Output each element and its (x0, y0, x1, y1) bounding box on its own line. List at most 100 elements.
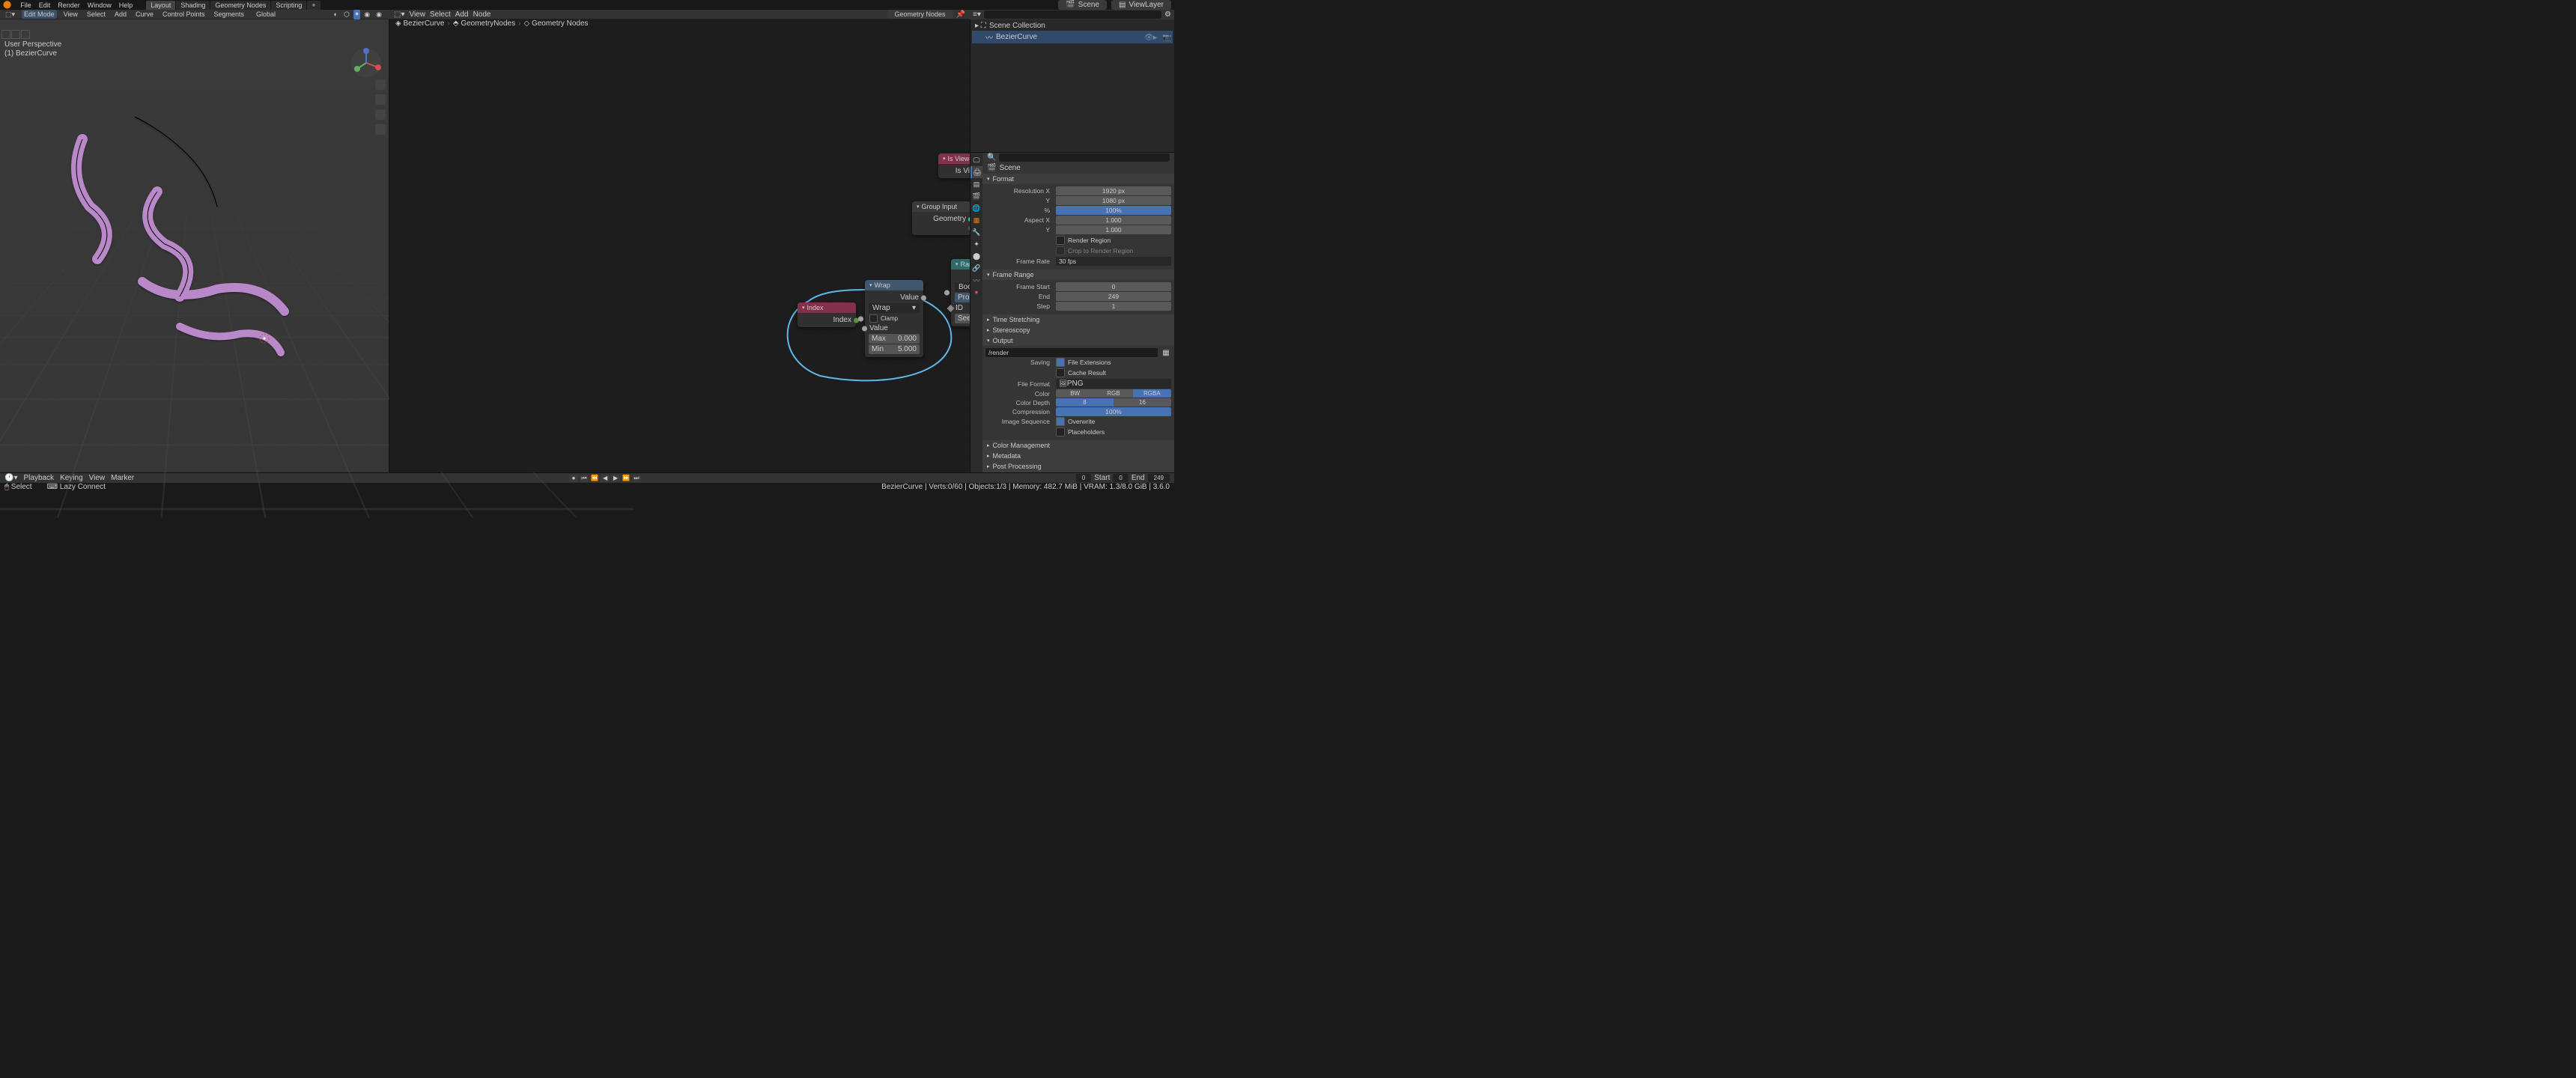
overlay-toggle-icon[interactable]: ◐ (332, 10, 340, 19)
panel-color-management[interactable]: Color Management (982, 440, 1174, 451)
end-frame-field[interactable]: 249 (1148, 474, 1170, 482)
tab-object-icon[interactable]: ▦ (970, 214, 982, 226)
editor-type-icon[interactable]: ≡▾ (973, 10, 981, 19)
selectable-icon[interactable]: ▸ (1153, 34, 1161, 41)
browse-icon[interactable]: ▦ (1161, 349, 1171, 357)
framerate-dropdown[interactable]: 30 fps (1056, 257, 1171, 266)
node-is-viewport[interactable]: Is Viewport Is Viewport (938, 153, 970, 178)
search-input[interactable] (999, 153, 1170, 162)
shading-material-icon[interactable]: ◉ (362, 10, 372, 19)
play-icon[interactable]: ▶ (611, 475, 620, 482)
type-dropdown[interactable]: Boolean▾ (955, 282, 970, 292)
select-vertex-icon[interactable] (1, 30, 10, 39)
panel-metadata[interactable]: Metadata (982, 451, 1174, 461)
nodetree-selector[interactable]: Geometry Nodes (887, 10, 953, 19)
tab-physics-icon[interactable]: ⬤ (970, 250, 982, 262)
menu-window[interactable]: Window (85, 1, 115, 10)
editor-type-icon[interactable]: ⬚▾ (3, 10, 17, 19)
cache-checkbox[interactable]: Cache Result (985, 368, 1171, 378)
node-header[interactable]: Index (798, 302, 856, 313)
zoom-icon[interactable] (375, 79, 386, 90)
jump-end-icon[interactable]: ⏭ (632, 475, 641, 482)
scene-selector[interactable]: 🎬Scene (1058, 0, 1107, 10)
resolution-y-field[interactable]: 1080 px (1056, 196, 1171, 205)
view3d-menu-control-points[interactable]: Control Points (160, 10, 207, 19)
breadcrumb-nodetree[interactable]: ◇ Geometry Nodes (523, 19, 588, 28)
orientation-selector[interactable]: Global (254, 10, 278, 19)
seed-field[interactable]: Seed0 (955, 314, 970, 323)
tab-output-icon[interactable]: 🖨 (970, 166, 982, 178)
node-index[interactable]: Index Index (798, 302, 856, 327)
view3d-menu-select[interactable]: Select (85, 10, 108, 19)
viewlayer-selector[interactable]: ▤ViewLayer (1111, 0, 1171, 10)
move-view-icon[interactable] (375, 94, 386, 105)
color-mode-toggle[interactable]: BWRGBRGBA (1056, 389, 1171, 398)
frame-start-field[interactable]: 0 (1056, 282, 1171, 291)
breadcrumb-modifier[interactable]: ⬘ GeometryNodes (453, 19, 515, 28)
panel-post-processing[interactable]: Post Processing (982, 461, 1174, 472)
aspect-y-field[interactable]: 1.000 (1056, 225, 1171, 234)
socket-in[interactable] (862, 326, 867, 331)
socket-out[interactable] (968, 216, 970, 222)
resolution-x-field[interactable]: 1920 px (1056, 186, 1171, 195)
node-header[interactable]: Random Value (951, 259, 970, 270)
visibility-icon[interactable]: 👁 (1144, 34, 1152, 41)
color-depth-toggle[interactable]: 816 (1056, 398, 1171, 406)
node-menu-node[interactable]: Node (473, 10, 491, 19)
panel-header[interactable]: Output (982, 335, 1174, 346)
view3d-menu-add[interactable]: Add (112, 10, 129, 19)
tab-scripting[interactable]: Scripting (271, 1, 306, 10)
tree-row-object[interactable]: 〰BezierCurve 👁▸📷 (972, 31, 1173, 43)
editor-type-icon[interactable]: ⬚▾ (394, 10, 404, 19)
current-frame-field[interactable]: 0 (1076, 474, 1091, 482)
tab-particles-icon[interactable]: ✦ (970, 238, 982, 250)
panel-stereoscopy[interactable]: Stereoscopy (982, 325, 1174, 335)
menu-help[interactable]: Help (116, 1, 136, 10)
overwrite-checkbox[interactable]: Overwrite (1056, 417, 1171, 426)
socket-in[interactable] (858, 316, 863, 321)
min-field[interactable]: Min5.000 (869, 344, 920, 354)
tree-row-collection[interactable]: ▸ ⛶Scene Collection (972, 21, 1173, 31)
socket-out[interactable] (968, 226, 970, 231)
perspective-icon[interactable] (375, 124, 386, 135)
tab-material-icon[interactable]: ● (970, 286, 982, 298)
frame-step-field[interactable]: 1 (1056, 302, 1171, 311)
render-region-checkbox[interactable]: Render Region (985, 235, 1171, 246)
max-field[interactable]: Max0.000 (869, 334, 920, 344)
mode-selector[interactable]: Edit Mode (22, 10, 57, 19)
node-editor[interactable]: ◈ BezierCurve › ⬘ GeometryNodes › ◇ Geom… (389, 19, 970, 472)
socket-in[interactable] (944, 290, 950, 296)
shading-solid-icon[interactable]: ● (353, 10, 360, 19)
output-path-field[interactable]: /render (985, 348, 1158, 357)
node-header[interactable]: Is Viewport (938, 153, 970, 164)
shading-rendered-icon[interactable]: ◉ (374, 10, 384, 19)
keyframe-next-icon[interactable]: ⏩ (622, 475, 631, 482)
axis-gizmo[interactable] (350, 46, 383, 79)
select-face-icon[interactable] (21, 30, 30, 39)
node-canvas[interactable] (389, 37, 970, 472)
context-breadcrumb[interactable]: 🎬Scene (982, 162, 1174, 174)
tab-scene-icon[interactable]: 🎬 (970, 190, 982, 202)
node-menu-select[interactable]: Select (430, 10, 451, 19)
tab-layout[interactable]: Layout (146, 1, 175, 10)
tab-shading[interactable]: Shading (176, 1, 210, 10)
panel-header[interactable]: Format (982, 174, 1174, 184)
node-group-input[interactable]: Group Input Geometry (912, 201, 970, 235)
node-wrap[interactable]: Wrap Value Wrap▾ Clamp Value Max0.000 Mi… (865, 280, 923, 357)
frame-end-field[interactable]: 249 (1056, 292, 1171, 301)
menu-render[interactable]: Render (55, 1, 83, 10)
socket-out[interactable] (921, 295, 926, 300)
tab-viewlayer-icon[interactable]: ▤ (970, 178, 982, 190)
view3d-menu-segments[interactable]: Segments (212, 10, 247, 19)
outliner[interactable]: ▸ ⛶Scene Collection 〰BezierCurve 👁▸📷 (970, 19, 1174, 153)
menu-edit[interactable]: Edit (36, 1, 54, 10)
panel-header[interactable]: Frame Range (982, 270, 1174, 280)
node-random-value[interactable]: Random Value Value Boolean▾ Probabil0.47… (951, 259, 970, 326)
menu-file[interactable]: File (17, 1, 34, 10)
placeholders-checkbox[interactable]: Placeholders (985, 427, 1171, 437)
pin-icon[interactable]: 📌 (956, 10, 965, 19)
view3d-menu-curve[interactable]: Curve (133, 10, 156, 19)
camera-view-icon[interactable] (375, 109, 386, 120)
tab-render-icon[interactable]: 🖵 (970, 154, 982, 166)
tab-geometry-nodes[interactable]: Geometry Nodes (210, 1, 270, 10)
